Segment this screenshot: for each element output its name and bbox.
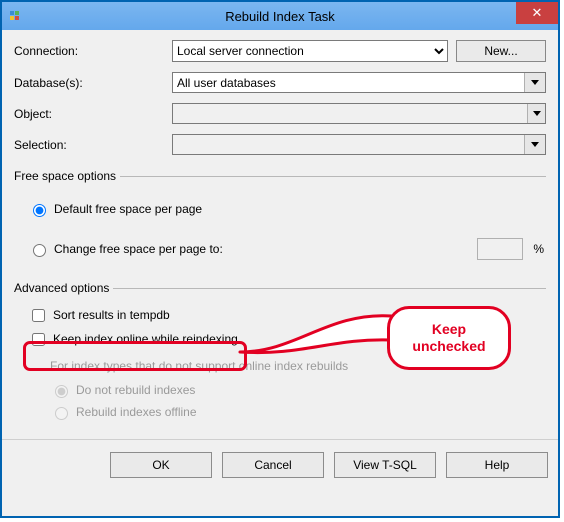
- object-dropdown[interactable]: [172, 103, 546, 124]
- chevron-down-icon: [524, 73, 545, 92]
- freespace-percent-input: [477, 238, 523, 260]
- app-icon: [8, 8, 24, 24]
- radio-change-freespace-input[interactable]: [33, 244, 46, 257]
- freespace-legend: Free space options: [14, 169, 120, 183]
- databases-value: All user databases: [177, 76, 276, 90]
- radio-no-rebuild-input: [55, 385, 68, 398]
- ok-button[interactable]: OK: [110, 452, 212, 478]
- check-sort-tempdb-input[interactable]: [32, 309, 45, 322]
- radio-default-freespace[interactable]: Default free space per page: [28, 197, 544, 221]
- chevron-down-icon: [527, 104, 545, 123]
- radio-rebuild-offline-label: Rebuild indexes offline: [76, 405, 197, 419]
- window-title: Rebuild Index Task: [2, 9, 558, 24]
- row-object: Object:: [14, 103, 546, 124]
- button-bar: OK Cancel View T-SQL Help: [2, 439, 558, 488]
- radio-default-freespace-label: Default free space per page: [54, 202, 202, 216]
- connection-dropdown[interactable]: Local server connection: [172, 40, 448, 62]
- help-button[interactable]: Help: [446, 452, 548, 478]
- radio-change-freespace-label: Change free space per page to:: [54, 242, 223, 256]
- databases-dropdown[interactable]: All user databases: [172, 72, 546, 93]
- radio-no-rebuild-label: Do not rebuild indexes: [76, 383, 195, 397]
- annotation-text: Keep unchecked: [412, 321, 485, 355]
- check-keep-online-input[interactable]: [32, 333, 45, 346]
- radio-no-rebuild: Do not rebuild indexes: [50, 379, 544, 401]
- percent-sign: %: [533, 242, 544, 256]
- object-label: Object:: [14, 107, 172, 121]
- radio-rebuild-offline-input: [55, 407, 68, 420]
- radio-default-freespace-input[interactable]: [33, 204, 46, 217]
- dialog-window: Rebuild Index Task ✕ Connection: Local s…: [0, 0, 560, 518]
- check-keep-online-label: Keep index online while reindexing: [53, 332, 238, 346]
- title-bar: Rebuild Index Task ✕: [2, 2, 558, 30]
- chevron-down-icon: [524, 135, 545, 154]
- radio-change-freespace[interactable]: Change free space per page to: %: [28, 237, 544, 261]
- check-sort-tempdb-label: Sort results in tempdb: [53, 308, 170, 322]
- advanced-legend: Advanced options: [14, 281, 113, 295]
- new-connection-button[interactable]: New...: [456, 40, 546, 62]
- row-databases: Database(s): All user databases: [14, 72, 546, 93]
- row-selection: Selection:: [14, 134, 546, 155]
- selection-label: Selection:: [14, 138, 172, 152]
- close-button[interactable]: ✕: [516, 2, 558, 24]
- row-connection: Connection: Local server connection New.…: [14, 40, 546, 62]
- freespace-group: Free space options Default free space pe…: [14, 169, 546, 267]
- annotation-callout: Keep unchecked: [387, 306, 511, 370]
- close-icon: ✕: [532, 5, 543, 21]
- selection-dropdown[interactable]: [172, 134, 546, 155]
- view-tsql-button[interactable]: View T-SQL: [334, 452, 436, 478]
- radio-rebuild-offline: Rebuild indexes offline: [50, 401, 544, 423]
- cancel-button[interactable]: Cancel: [222, 452, 324, 478]
- databases-label: Database(s):: [14, 76, 172, 90]
- connection-label: Connection:: [14, 44, 172, 58]
